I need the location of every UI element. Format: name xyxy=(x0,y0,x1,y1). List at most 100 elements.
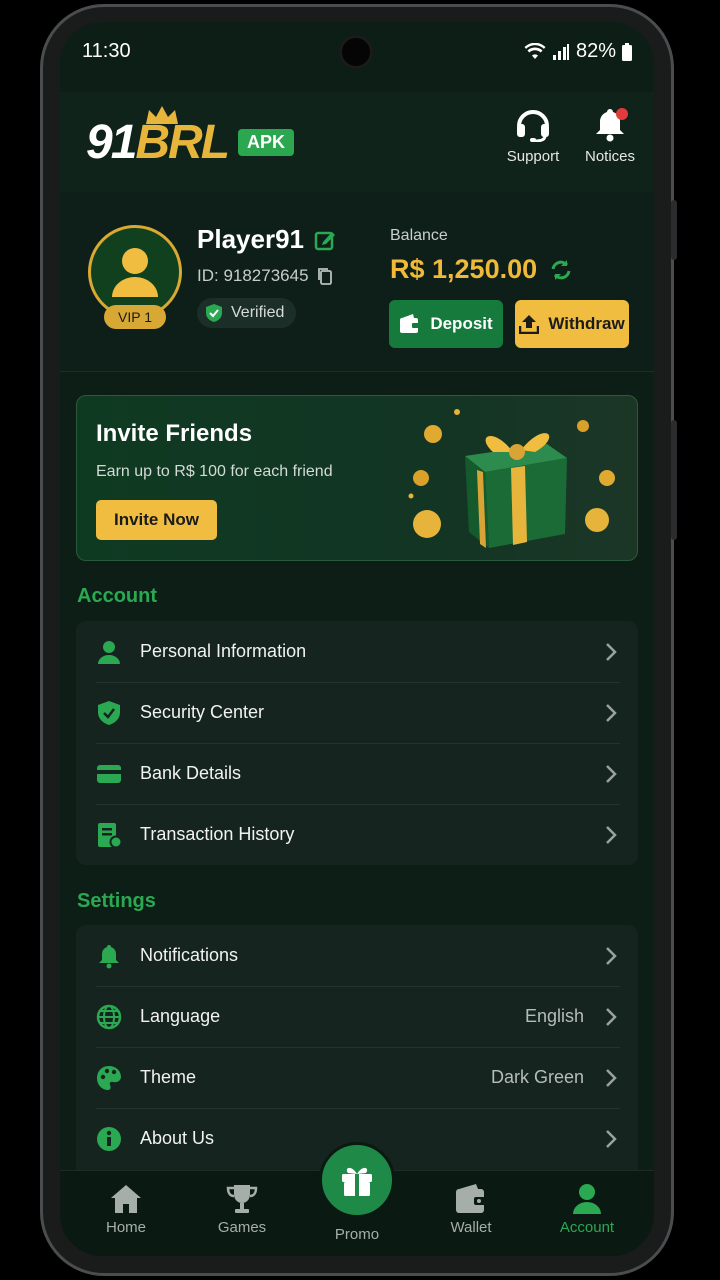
gift-icon xyxy=(342,1167,372,1196)
nav-home-label: Home xyxy=(105,1219,146,1236)
list-item-label: Theme xyxy=(140,1067,197,1087)
app-header: 91 BRL APK Support Notices xyxy=(60,92,654,192)
language-value: English xyxy=(524,1006,584,1026)
nav-home[interactable]: Home xyxy=(81,1183,171,1236)
phone-side-button xyxy=(671,200,677,260)
account-item-security-center[interactable]: Security Center xyxy=(76,682,638,743)
card-icon xyxy=(97,765,121,783)
nav-account-label: Account xyxy=(559,1219,615,1236)
wallet-icon xyxy=(400,314,421,333)
logo-number: 91 xyxy=(86,115,137,169)
chevron-right-icon xyxy=(606,947,617,965)
chevron-right-icon xyxy=(606,1130,617,1148)
invite-banner[interactable]: Invite Friends Earn up to R$ 100 for eac… xyxy=(76,395,638,561)
player-name-row: Player91 xyxy=(197,224,336,255)
upload-icon xyxy=(519,315,540,334)
theme-value: Dark Green xyxy=(490,1067,584,1087)
nav-games[interactable]: Games xyxy=(197,1183,287,1236)
list-item-label: Notifications xyxy=(140,945,239,965)
wifi-icon xyxy=(524,42,546,59)
account-item-personal-information[interactable]: Personal Information xyxy=(76,621,638,682)
support-button[interactable]: Support xyxy=(493,106,573,165)
signal-icon xyxy=(552,43,569,60)
list-item-label: Personal Information xyxy=(140,641,307,661)
person-icon xyxy=(573,1184,601,1214)
invite-now-button[interactable]: Invite Now xyxy=(96,500,217,540)
info-icon xyxy=(97,1127,121,1151)
bell-icon xyxy=(99,945,119,969)
chevron-right-icon xyxy=(606,765,617,783)
battery-icon xyxy=(622,42,632,61)
verified-label: Verified xyxy=(231,304,285,321)
deposit-label: Deposit xyxy=(430,314,493,333)
nav-account[interactable]: Account xyxy=(542,1183,632,1236)
profile-section: VIP 1 Player91 ID: 918273645 Verified Ba… xyxy=(60,192,654,372)
headset-icon xyxy=(517,110,549,142)
account-card: Personal Information Security Center Ban… xyxy=(76,621,638,865)
settings-card: Notifications Language English Theme Dar… xyxy=(76,925,638,1170)
globe-icon xyxy=(96,1004,122,1030)
settings-item-notifications[interactable]: Notifications xyxy=(76,925,638,986)
receipt-icon xyxy=(98,823,122,848)
withdraw-label: Withdraw xyxy=(548,314,625,333)
account-item-transaction-history[interactable]: Transaction History xyxy=(76,804,638,865)
vip-badge: VIP 1 xyxy=(104,305,166,329)
apk-tag: APK xyxy=(238,128,295,156)
nav-promo[interactable]: Promo xyxy=(312,1226,402,1243)
phone-volume-button xyxy=(671,420,677,540)
nav-wallet-label: Wallet xyxy=(450,1219,492,1236)
list-item-label: Transaction History xyxy=(140,824,295,844)
home-icon xyxy=(111,1185,141,1213)
chevron-right-icon xyxy=(606,704,617,722)
copy-icon[interactable] xyxy=(317,267,333,285)
invite-title: Invite Friends xyxy=(96,420,253,447)
account-section-title: Account xyxy=(77,585,157,607)
settings-section-title: Settings xyxy=(77,890,156,912)
settings-item-language[interactable]: Language English xyxy=(76,986,638,1047)
player-id-row: ID: 918273645 xyxy=(197,266,333,286)
gift-illustration-icon xyxy=(408,409,615,548)
palette-icon xyxy=(97,1066,121,1090)
chevron-right-icon xyxy=(606,1069,617,1087)
notification-badge xyxy=(616,108,628,120)
app-logo[interactable]: 91 BRL APK xyxy=(86,106,295,172)
list-item-label: About Us xyxy=(140,1128,215,1148)
list-item-label: Security Center xyxy=(140,702,265,722)
wallet-icon xyxy=(456,1184,486,1213)
withdraw-button[interactable]: Withdraw xyxy=(515,300,629,348)
user-icon xyxy=(112,248,158,297)
verified-badge: Verified xyxy=(197,298,297,328)
list-item-label: Language xyxy=(140,1006,221,1026)
invite-subtitle: Earn up to R$ 100 for each friend xyxy=(96,463,333,480)
trophy-icon xyxy=(226,1185,258,1213)
notices-label: Notices xyxy=(584,148,636,165)
front-camera xyxy=(339,35,373,69)
chevron-right-icon xyxy=(606,643,617,661)
crown-icon xyxy=(146,106,178,124)
chevron-right-icon xyxy=(606,826,617,844)
edit-icon[interactable] xyxy=(314,229,336,251)
nav-games-label: Games xyxy=(217,1219,267,1236)
support-label: Support xyxy=(506,148,560,165)
deposit-button[interactable]: Deposit xyxy=(389,300,503,348)
balance-value: R$ 1,250.00 xyxy=(390,254,538,284)
status-time: 11:30 xyxy=(82,40,131,62)
refresh-icon[interactable] xyxy=(549,258,573,282)
battery-percent: 82% xyxy=(575,40,616,62)
player-name: Player91 xyxy=(197,224,304,254)
nav-promo-label: Promo xyxy=(334,1226,380,1243)
shield-check-icon xyxy=(206,304,222,322)
promo-button[interactable] xyxy=(319,1142,395,1218)
account-item-bank-details[interactable]: Bank Details xyxy=(76,743,638,804)
shield-icon xyxy=(98,701,120,725)
chevron-right-icon xyxy=(606,1008,617,1026)
nav-wallet[interactable]: Wallet xyxy=(426,1183,516,1236)
status-bar: 11:30 82% xyxy=(60,22,654,80)
status-indicators: 82% xyxy=(524,40,632,63)
list-item-label: Bank Details xyxy=(140,763,242,783)
settings-item-theme[interactable]: Theme Dark Green xyxy=(76,1047,638,1108)
player-id: ID: 918273645 xyxy=(197,266,309,285)
notices-button[interactable]: Notices xyxy=(570,106,650,165)
person-icon xyxy=(98,641,120,664)
balance-label: Balance xyxy=(390,227,448,244)
